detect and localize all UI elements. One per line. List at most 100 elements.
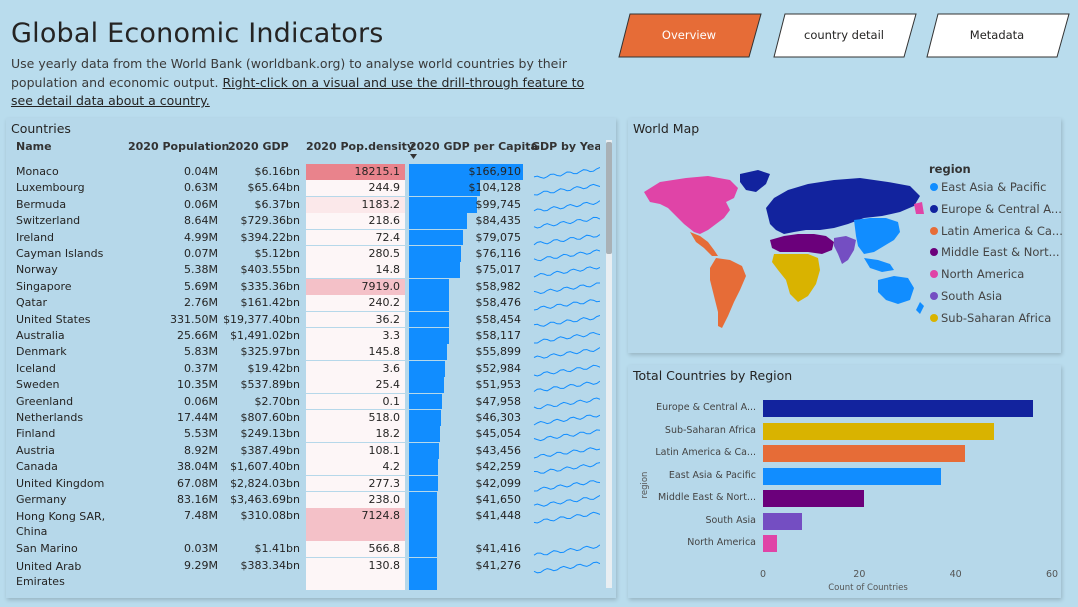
- table-row[interactable]: Sweden 10.35M $537.89bn 25.4 $51,953: [10, 377, 600, 394]
- table-row[interactable]: Bermuda 0.06M $6.37bn 1183.2 $99,745: [10, 196, 600, 213]
- table-row[interactable]: Ireland 4.99M $394.22bn 72.4 $79,075: [10, 229, 600, 246]
- map-region-mena[interactable]: [770, 234, 834, 254]
- table-row[interactable]: Hong Kong SAR, China 7.48M $310.08bn 7124.8…: [10, 508, 600, 541]
- region-bar[interactable]: [763, 512, 802, 530]
- cell-pop-density: 36.2: [375, 312, 401, 326]
- map-region-southeast-asia[interactable]: [864, 258, 894, 272]
- table-row[interactable]: Iceland 0.37M $19.42bn 3.6 $52,984: [10, 360, 600, 377]
- map-legend-item[interactable]: Sub-Saharan Africa: [930, 311, 1051, 325]
- map-legend-item[interactable]: East Asia & Pacific: [930, 180, 1046, 194]
- table-row[interactable]: Austria 8.92M $387.49bn 108.1 $43,456: [10, 442, 600, 459]
- table-row[interactable]: Germany 83.16M $3,463.69bn 238.0 $41,650: [10, 492, 600, 508]
- cell-population: 5.69M: [184, 279, 218, 293]
- countries-table-panel[interactable]: Countries Name 2020 Population 2020 GDP …: [6, 118, 616, 598]
- cell-pop-density: 4.2: [382, 460, 401, 474]
- gdp-sparkline-line: [533, 380, 600, 393]
- col-header-gdp-per-capita[interactable]: 2020 GDP per Capita: [409, 140, 538, 162]
- map-region-greenland[interactable]: [740, 170, 770, 192]
- nav-metadata-button[interactable]: Metadata: [926, 13, 1070, 58]
- table-row[interactable]: Netherlands 17.44M $807.60bn 518.0 $46,303: [10, 410, 600, 426]
- table-row[interactable]: Singapore 5.69M $335.36bn 7919.0 $58,982: [10, 278, 600, 295]
- table-row[interactable]: Denmark 5.83M $325.97bn 145.8 $55,899: [10, 344, 600, 361]
- table-scrollbar[interactable]: [606, 140, 612, 588]
- table-row[interactable]: Finland 5.53M $249.13bn 18.2 $45,054: [10, 426, 600, 443]
- sort-desc-icon[interactable]: [410, 154, 418, 160]
- map-region-new-zealand[interactable]: [916, 302, 924, 314]
- legend-dot-icon: [930, 183, 938, 191]
- table-row[interactable]: Switzerland 8.64M $729.36bn 218.6 $84,435: [10, 213, 600, 230]
- map-legend-item[interactable]: Latin America & Ca...: [930, 224, 1063, 238]
- x-axis-tick-label: 0: [759, 569, 767, 580]
- table-row[interactable]: Luxembourg 0.63M $65.64bn 244.9 $104,128: [10, 180, 600, 197]
- map-region-central-america[interactable]: [690, 232, 718, 256]
- region-bar[interactable]: [763, 400, 1033, 417]
- cell-gdp: $161.42bn: [240, 296, 300, 310]
- region-bar[interactable]: [763, 535, 778, 552]
- region-bar[interactable]: [763, 445, 966, 462]
- countries-table[interactable]: Name 2020 Population 2020 GDP 2020 Pop.d…: [10, 140, 600, 592]
- col-header-population[interactable]: 2020 Population: [128, 140, 229, 162]
- col-header-gdp-by-year[interactable]: GDP by Year: [531, 140, 600, 162]
- map-region-east-asia-pacific[interactable]: [854, 218, 900, 254]
- map-region-south-asia[interactable]: [834, 236, 856, 264]
- region-bar[interactable]: [763, 422, 995, 440]
- table-row[interactable]: Qatar 2.76M $161.42bn 240.2 $58,476: [10, 295, 600, 312]
- region-category-label: South Asia: [705, 514, 756, 526]
- col-header-pop-density[interactable]: 2020 Pop.density: [306, 140, 414, 162]
- world-map-panel[interactable]: World Map region East Asia & Pacific Euro…: [628, 118, 1063, 353]
- table-row[interactable]: Canada 38.04M $1,607.40bn 4.2 $42,259: [10, 459, 600, 476]
- cell-gdp-per-capita: $41,276: [475, 558, 522, 572]
- cell-gdp: $249.13bn: [240, 427, 300, 441]
- countries-panel-title: Countries: [11, 121, 71, 136]
- cell-pop-density: 0.1: [382, 394, 401, 408]
- map-legend-item[interactable]: South Asia: [930, 289, 1002, 303]
- cell-population: 0.07M: [184, 247, 218, 260]
- gdp-sparkline-line: [533, 479, 600, 492]
- col-header-name[interactable]: Name: [16, 140, 52, 162]
- table-scrollbar-thumb[interactable]: [606, 142, 612, 254]
- region-bar[interactable]: [763, 490, 865, 507]
- map-region-sub-saharan-africa[interactable]: [772, 254, 820, 302]
- nav-country-detail-button[interactable]: country detail: [773, 13, 917, 58]
- map-legend-item[interactable]: Europe & Central A...: [930, 202, 1062, 216]
- cell-name: Germany: [16, 493, 67, 506]
- col-header-gdp[interactable]: 2020 GDP: [228, 140, 289, 162]
- table-row[interactable]: United Arab Emirates 9.29M $383.34bn 130.8 $…: [10, 557, 600, 591]
- table-row[interactable]: Greenland 0.06M $2.70bn 0.1 $47,958: [10, 393, 600, 410]
- map-region-russia-east-edge[interactable]: [914, 202, 924, 214]
- cell-pop-density: 145.8: [368, 345, 401, 359]
- cell-pop-density: 240.2: [368, 296, 401, 310]
- region-bar[interactable]: [763, 467, 942, 485]
- legend-dot-icon: [930, 248, 938, 257]
- world-map[interactable]: [638, 168, 928, 338]
- cell-gdp: $6.16bn: [254, 165, 300, 178]
- world-map-title: World Map: [633, 121, 700, 136]
- table-row[interactable]: United Kingdom 67.08M $2,824.03bn 277.3 $42,…: [10, 475, 600, 492]
- cell-gdp-per-capita: $52,984: [475, 361, 522, 375]
- gdp-sparkline-line: [533, 166, 600, 179]
- table-row[interactable]: San Marino 0.03M $1.41bn 566.8 $41,416: [10, 541, 600, 558]
- table-row[interactable]: Norway 5.38M $403.55bn 14.8 $75,017: [10, 262, 600, 279]
- gdp-sparkline: [533, 347, 600, 360]
- page-title: Global Economic Indicators: [11, 18, 384, 49]
- table-row[interactable]: Monaco 0.04M $6.16bn 18215.1 $166,910: [10, 164, 600, 180]
- gdp-sparkline: [533, 299, 600, 311]
- region-chart-panel[interactable]: Total Countries by Region Europe & Centr…: [628, 365, 1061, 598]
- cell-population: 9.29M: [184, 558, 218, 572]
- cell-gdp-per-capita: $75,017: [475, 263, 522, 277]
- map-region-south-america[interactable]: [710, 258, 746, 328]
- cell-population: 8.92M: [184, 443, 218, 457]
- table-row[interactable]: Australia 25.66M $1,491.02bn 3.3 $58,117: [10, 328, 600, 344]
- map-region-australia[interactable]: [878, 276, 914, 304]
- cell-population: 331.50M: [170, 312, 218, 326]
- map-legend-item[interactable]: Middle East & Nort...: [930, 245, 1060, 259]
- cell-name: Denmark: [16, 345, 67, 359]
- map-legend-item[interactable]: North America: [930, 267, 1024, 281]
- table-row[interactable]: United States 331.50M $19,377.40bn 36.2 $58,…: [10, 311, 600, 328]
- cell-gdp: $310.08bn: [240, 509, 300, 523]
- nav-overview-button[interactable]: Overview: [618, 13, 762, 58]
- table-row[interactable]: Cayman Islands 0.07M $5.12bn 280.5 $76,116: [10, 246, 600, 262]
- map-region-north-america[interactable]: [644, 176, 738, 234]
- gdp-sparkline-line: [533, 184, 600, 196]
- cell-gdp: $807.60bn: [240, 411, 300, 424]
